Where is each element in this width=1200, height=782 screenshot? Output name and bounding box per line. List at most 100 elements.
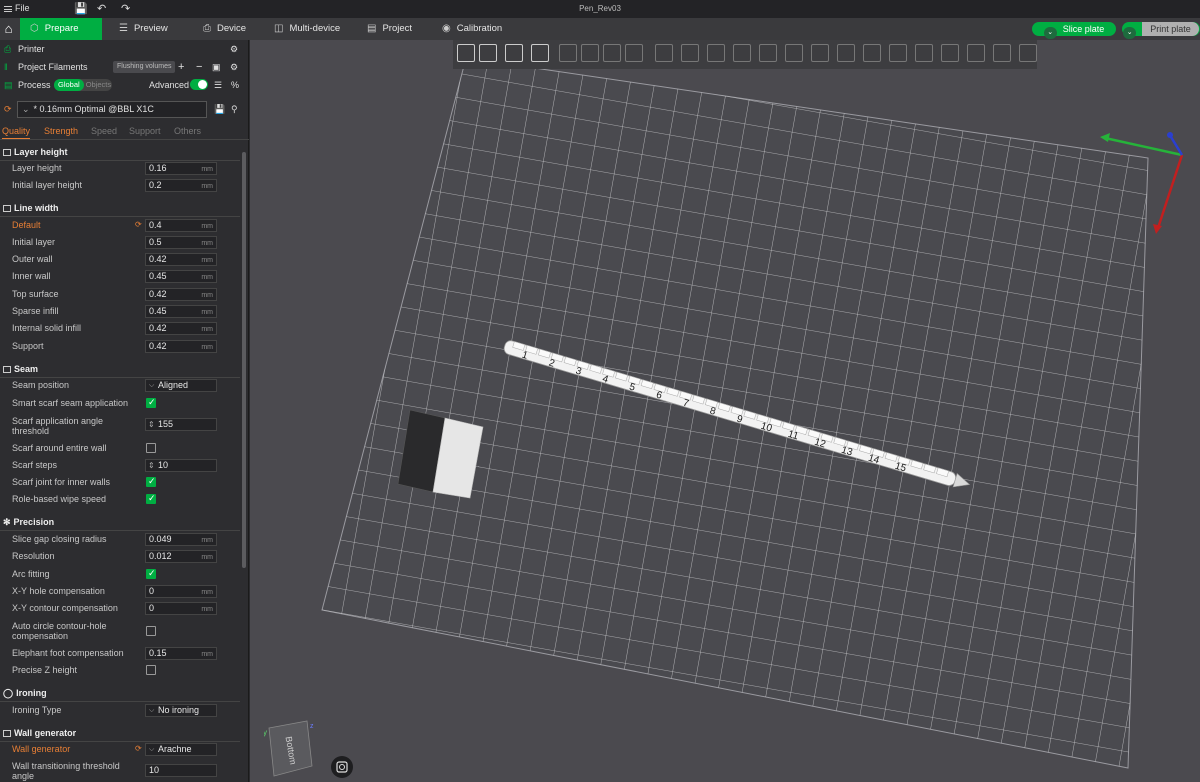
tab-strength[interactable]: Strength <box>44 124 78 138</box>
ironing-type-select[interactable]: No ironing <box>145 704 217 717</box>
gear-icon[interactable]: ⚙ <box>230 40 238 58</box>
3d-viewport[interactable]: 1 2 3 4 5 6 7 8 9 10 11 12 13 14 15 <box>250 40 1200 782</box>
flushing-volumes-button[interactable]: Flushing volumes <box>113 61 176 73</box>
wall-transition-angle-input[interactable]: 10 <box>145 764 217 777</box>
process-preset-select[interactable]: ⌄ * 0.16mm Optimal @BBL X1C <box>17 101 207 118</box>
toolbar-tool-button[interactable] <box>837 44 855 62</box>
gear-icon[interactable]: ⚙ <box>230 58 238 76</box>
toolbar-tool-button[interactable] <box>1019 44 1037 62</box>
scarf-inner-walls-checkbox[interactable] <box>146 476 156 487</box>
slice-plate-button[interactable]: ⌄ Slice plate <box>1032 22 1116 39</box>
tab-quality[interactable]: Quality <box>2 124 31 139</box>
xy-contour-input[interactable]: 0 mm <box>145 602 217 615</box>
toolbar-tool-button[interactable] <box>655 44 673 62</box>
inner-wall-width-input[interactable]: 0.45 mm <box>145 270 217 283</box>
precise-z-checkbox[interactable] <box>146 665 156 675</box>
default-line-width-input[interactable]: 0.4 mm <box>145 219 217 232</box>
toolbar-tool-button[interactable] <box>785 44 803 62</box>
tab-preview[interactable]: ☰ Preview <box>119 18 168 40</box>
setting-layer-height: Layer height 0.16 mm <box>0 160 240 177</box>
home-icon[interactable]: ⌂ <box>0 18 17 40</box>
seam-position-select[interactable]: Aligned <box>145 379 217 392</box>
print-plate-button[interactable]: ⌄ Print plate <box>1122 22 1200 39</box>
tab-support[interactable]: Support <box>129 124 161 138</box>
toolbar-tool-button[interactable] <box>707 44 725 62</box>
toolbar-tool-button[interactable] <box>479 44 497 62</box>
reset-icon[interactable]: ⟳ <box>135 220 142 229</box>
scarf-threshold-input[interactable]: 155 <box>145 418 217 431</box>
search-icon[interactable]: ⚲ <box>231 104 238 115</box>
slice-gap-input[interactable]: 0.049 mm <box>145 533 217 546</box>
tab-prepare[interactable]: ⬡ Prepare <box>20 18 102 40</box>
toolbar-tool-button[interactable] <box>993 44 1011 62</box>
toolbar-tool-button[interactable] <box>505 44 523 62</box>
scarf-steps-input[interactable]: 10 <box>145 459 217 472</box>
save-preset-icon[interactable]: 💾 <box>214 104 225 115</box>
toolbar-tool-button[interactable] <box>759 44 777 62</box>
list-icon[interactable]: ☰ <box>214 76 222 94</box>
auto-circle-checkbox[interactable] <box>146 626 156 636</box>
wall-generator-select[interactable]: Arachne <box>145 743 217 756</box>
smart-scarf-checkbox[interactable] <box>146 397 156 408</box>
scarf-entire-wall-checkbox[interactable] <box>146 443 156 453</box>
xy-hole-input[interactable]: 0 mm <box>145 585 217 598</box>
global-option[interactable]: Global <box>54 79 84 91</box>
toolbar-tool-button[interactable] <box>603 44 621 62</box>
tab-multi-device[interactable]: ◫ Multi-device <box>274 18 340 40</box>
minus-icon[interactable]: − <box>196 58 202 76</box>
toolbar-tool-button[interactable] <box>889 44 907 62</box>
chevron-down-icon[interactable]: ⌄ <box>1043 27 1057 39</box>
sparse-infill-width-input[interactable]: 0.45 mm <box>145 305 217 318</box>
toolbar-tool-button[interactable] <box>811 44 829 62</box>
setting-ironing-type: Ironing TypeNo ironing <box>0 702 240 719</box>
toolbar-tool-button[interactable] <box>559 44 577 62</box>
tab-others[interactable]: Others <box>174 124 201 138</box>
toolbar-tool-button[interactable] <box>733 44 751 62</box>
sync-icon[interactable]: ▣ <box>212 58 221 76</box>
printer-section[interactable]: ⎙ Printer ⚙ <box>0 40 249 58</box>
seam-icon <box>3 366 11 373</box>
initial-layer-width-input[interactable]: 0.5 mm <box>145 236 217 249</box>
internal-solid-infill-width-input[interactable]: 0.42 mm <box>145 322 217 335</box>
toolbar-tool-button[interactable] <box>941 44 959 62</box>
toolbar-tool-button[interactable] <box>863 44 881 62</box>
resolution-input[interactable]: 0.012 mm <box>145 550 217 563</box>
toolbar-tool-button[interactable] <box>531 44 549 62</box>
role-wipe-speed-checkbox[interactable] <box>146 493 156 504</box>
initial-layer-height-input[interactable]: 0.2 mm <box>145 179 217 192</box>
setting-resolution: Resolution 0.012 mm <box>0 548 240 565</box>
arc-fitting-checkbox[interactable] <box>146 568 156 579</box>
toolbar-tool-button[interactable] <box>967 44 985 62</box>
toolbar-tool-button[interactable] <box>457 44 475 62</box>
objects-option[interactable]: Objects <box>84 79 111 91</box>
top-surface-width-input[interactable]: 0.42 mm <box>145 288 217 301</box>
x-axis-arrow <box>1153 224 1162 234</box>
camera-view-button[interactable] <box>331 756 353 778</box>
toolbar-tool-button[interactable] <box>681 44 699 62</box>
layer-icon <box>3 149 11 156</box>
outer-wall-width-input[interactable]: 0.42 mm <box>145 253 217 266</box>
tab-calibration[interactable]: ◉ Calibration <box>442 18 502 40</box>
sidebar-scrollbar[interactable] <box>242 152 246 568</box>
reset-icon[interactable]: ⟳ <box>4 104 12 115</box>
advanced-toggle[interactable] <box>190 79 208 90</box>
navigation-cube[interactable]: Bottom y z <box>263 720 314 778</box>
toolbar-tool-button[interactable] <box>625 44 643 62</box>
y-axis-line <box>1104 136 1183 157</box>
tab-speed[interactable]: Speed <box>91 124 117 138</box>
layer-height-input[interactable]: 0.16 mm <box>145 162 217 175</box>
reset-icon[interactable]: ⟳ <box>135 744 142 753</box>
support-width-input[interactable]: 0.42 mm <box>145 340 217 353</box>
plus-icon[interactable]: + <box>178 58 184 76</box>
line-width-icon <box>3 205 11 212</box>
wall-generator-icon <box>3 730 11 737</box>
tab-project[interactable]: ▤ Project <box>367 18 412 40</box>
chevron-down-icon: ⌄ <box>22 104 30 114</box>
elephant-foot-input[interactable]: 0.15 mm <box>145 647 217 660</box>
toolbar-tool-button[interactable] <box>581 44 599 62</box>
toolbar-tool-button[interactable] <box>915 44 933 62</box>
tab-device[interactable]: ⎙ Device <box>203 18 246 40</box>
global-objects-switch[interactable]: Global Objects <box>54 79 112 91</box>
chevron-down-icon[interactable]: ⌄ <box>1123 27 1137 39</box>
percent-icon[interactable]: % <box>231 76 239 94</box>
